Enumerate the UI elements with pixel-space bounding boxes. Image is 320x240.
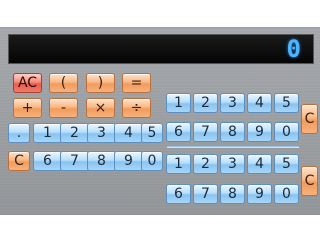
digit-3-button[interactable]: 3 (87, 123, 116, 143)
block2-digit-0-button[interactable]: 0 (274, 184, 299, 204)
equals-button[interactable]: = (122, 73, 151, 93)
divide-button[interactable]: ÷ (122, 98, 151, 118)
digit-7-button[interactable]: 7 (60, 151, 89, 171)
block2-digit-4-button[interactable]: 4 (247, 154, 272, 174)
block2-digit-6-button[interactable]: 6 (166, 184, 191, 204)
minus-button[interactable]: - (49, 98, 78, 118)
digit-8-button[interactable]: 8 (87, 151, 116, 171)
decimal-button[interactable]: . (8, 123, 30, 143)
multiply-button[interactable]: × (86, 98, 115, 118)
block1-digit-0-button[interactable]: 0 (274, 122, 299, 142)
display-value: 0 (286, 35, 301, 63)
block2-digit-5-button[interactable]: 5 (274, 154, 299, 174)
block2-digit-9-button[interactable]: 9 (247, 184, 272, 204)
block1-digit-1-button[interactable]: 1 (166, 93, 191, 113)
clear-button[interactable]: C (8, 151, 30, 171)
block1-digit-6-button[interactable]: 6 (166, 122, 191, 142)
calculator-body: 0 AC ( ) = + - × ÷ . 1 2 3 4 5 C 6 7 8 9… (0, 27, 320, 215)
digit-5-button[interactable]: 5 (141, 123, 163, 143)
close-paren-button[interactable]: ) (86, 73, 115, 93)
block1-digit-9-button[interactable]: 9 (247, 122, 272, 142)
block2-digit-1-button[interactable]: 1 (166, 154, 191, 174)
digit-4-button[interactable]: 4 (114, 123, 143, 143)
block1-clear-button[interactable]: C (301, 104, 318, 134)
block-divider (167, 146, 299, 148)
digit-1-button[interactable]: 1 (33, 123, 62, 143)
block1-digit-3-button[interactable]: 3 (220, 93, 245, 113)
digit-2-button[interactable]: 2 (60, 123, 89, 143)
block2-digit-8-button[interactable]: 8 (220, 184, 245, 204)
block2-digit-7-button[interactable]: 7 (193, 184, 218, 204)
block2-digit-2-button[interactable]: 2 (193, 154, 218, 174)
block1-digit-7-button[interactable]: 7 (193, 122, 218, 142)
block1-digit-2-button[interactable]: 2 (193, 93, 218, 113)
digit-0-button[interactable]: 0 (141, 151, 163, 171)
block2-digit-3-button[interactable]: 3 (220, 154, 245, 174)
block2-clear-button[interactable]: C (301, 166, 318, 196)
open-paren-button[interactable]: ( (49, 73, 78, 93)
block1-digit-4-button[interactable]: 4 (247, 93, 272, 113)
block1-digit-5-button[interactable]: 5 (274, 93, 299, 113)
all-clear-button[interactable]: AC (13, 73, 42, 93)
block1-digit-8-button[interactable]: 8 (220, 122, 245, 142)
plus-button[interactable]: + (13, 98, 42, 118)
digit-6-button[interactable]: 6 (33, 151, 62, 171)
display-screen: 0 (8, 34, 314, 64)
digit-9-button[interactable]: 9 (114, 151, 143, 171)
